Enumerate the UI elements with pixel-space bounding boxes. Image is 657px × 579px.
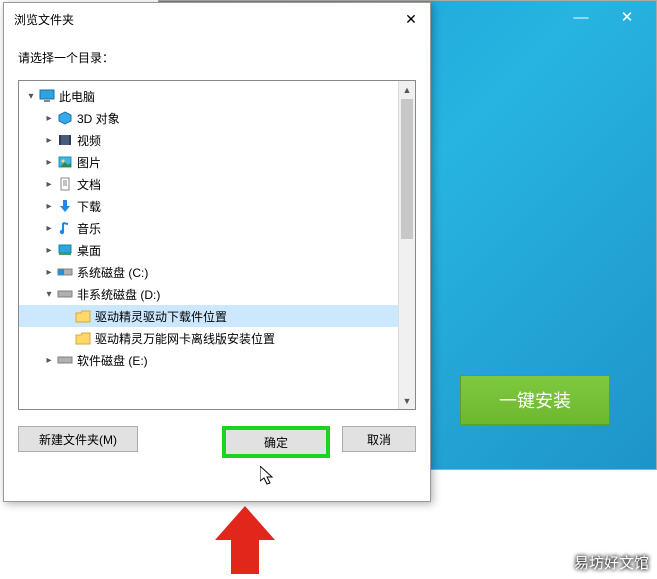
cube-icon [56,110,74,126]
ok-button[interactable]: 确定 [222,426,330,458]
tree-node-documents[interactable]: ▸ 文档 [19,173,398,195]
tree-node-this-pc[interactable]: ▾ 此电脑 [19,85,398,107]
tree-label: 视频 [77,132,101,149]
tree-node-drive-c[interactable]: ▸ 系统磁盘 (C:) [19,261,398,283]
cancel-button[interactable]: 取消 [342,426,416,452]
tree-label: 此电脑 [59,88,95,105]
browse-folder-dialog: 浏览文件夹 ✕ 请选择一个目录： ▾ 此电脑 ▸ 3D 对象 ▸ 视频 [3,2,431,502]
tree-label: 桌面 [77,242,101,259]
desktop-icon [56,242,74,258]
tree-node-desktop[interactable]: ▸ 桌面 [19,239,398,261]
folder-icon [74,330,92,346]
scroll-up-button[interactable]: ▲ [399,81,415,98]
tree-label: 系统磁盘 (C:) [77,264,148,281]
tree-label: 文档 [77,176,101,193]
pictures-icon [56,154,74,170]
red-arrow-annotation [215,506,275,574]
tree-label: 下载 [77,198,101,215]
folder-tree: ▾ 此电脑 ▸ 3D 对象 ▸ 视频 ▸ 图片 [18,80,416,410]
dialog-title: 浏览文件夹 [14,11,74,28]
tree-node-music[interactable]: ▸ 音乐 [19,217,398,239]
tree-node-folder-download-location[interactable]: ▸ 驱动精灵驱动下载件位置 [19,305,398,327]
new-folder-button[interactable]: 新建文件夹(M) [18,426,138,452]
tree-node-3d-objects[interactable]: ▸ 3D 对象 [19,107,398,129]
tree-label: 音乐 [77,220,101,237]
tree-label: 图片 [77,154,101,171]
music-icon [56,220,74,236]
tree-label: 软件磁盘 (E:) [77,352,148,369]
tree-node-drive-e[interactable]: ▸ 软件磁盘 (E:) [19,349,398,371]
one-click-install-button[interactable]: 一键安装 [460,375,610,425]
bg-minimize-button[interactable]: — [558,5,604,29]
scroll-thumb[interactable] [401,99,413,239]
tree-label: 驱动精灵驱动下载件位置 [95,308,227,325]
bg-close-button[interactable]: ✕ [604,5,650,29]
documents-icon [56,176,74,192]
drive-icon [56,352,74,368]
computer-icon [38,88,56,104]
scroll-down-button[interactable]: ▼ [399,392,415,409]
dialog-close-button[interactable]: ✕ [398,9,424,29]
dialog-prompt: 请选择一个目录： [18,49,416,66]
watermark-text: 易坊好文馆 [574,552,649,573]
tree-node-pictures[interactable]: ▸ 图片 [19,151,398,173]
drive-icon [56,286,74,302]
tree-node-drive-d[interactable]: ▾ 非系统磁盘 (D:) [19,283,398,305]
tree-node-downloads[interactable]: ▸ 下载 [19,195,398,217]
tree-label: 3D 对象 [77,110,120,127]
tree-node-videos[interactable]: ▸ 视频 [19,129,398,151]
download-icon [56,198,74,214]
tree-scrollbar[interactable]: ▲ ▼ [398,81,415,409]
tree-label: 驱动精灵万能网卡离线版安装位置 [95,330,275,347]
tree-label: 非系统磁盘 (D:) [77,286,160,303]
tree-node-folder-offline-install[interactable]: ▸ 驱动精灵万能网卡离线版安装位置 [19,327,398,349]
folder-icon [74,308,92,324]
video-icon [56,132,74,148]
drive-icon [56,264,74,280]
